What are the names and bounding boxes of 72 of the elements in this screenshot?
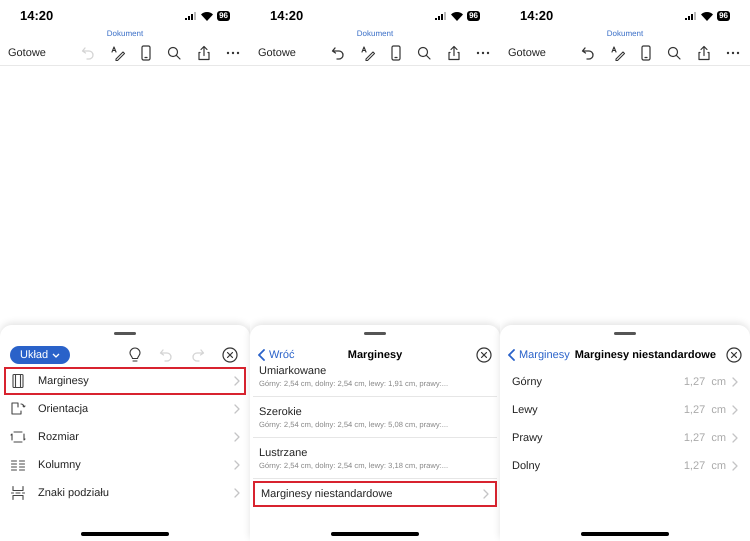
phone-view-icon[interactable] xyxy=(640,45,652,61)
sheet-title: Marginesy niestandardowe xyxy=(574,348,717,363)
draw-icon[interactable] xyxy=(360,45,376,61)
chevron-icon xyxy=(483,489,489,499)
chevron-icon xyxy=(732,377,738,387)
orientation-icon xyxy=(10,401,26,417)
chevron-icon xyxy=(732,433,738,443)
page-break-icon xyxy=(10,485,26,501)
battery-indicator: 96 xyxy=(217,11,230,21)
chevron-icon xyxy=(234,488,240,498)
document-title: Dokument xyxy=(356,30,394,40)
undo-icon[interactable] xyxy=(580,45,596,61)
document-title: Dokument xyxy=(606,30,644,40)
menu-item[interactable]: Kolumny xyxy=(4,451,246,479)
wifi-icon xyxy=(701,12,714,20)
lightbulb-icon[interactable] xyxy=(128,347,142,363)
wifi-icon xyxy=(451,12,464,20)
more-icon[interactable] xyxy=(226,51,240,55)
draw-icon[interactable] xyxy=(610,45,626,61)
menu-item[interactable]: Orientacja xyxy=(4,395,246,423)
margin-option[interactable]: Marginesy niestandardowe xyxy=(253,481,497,507)
signal-icon xyxy=(185,12,198,20)
chevron-icon xyxy=(234,376,240,386)
phone-view-icon[interactable] xyxy=(140,45,152,61)
document-title: Dokument xyxy=(106,30,144,40)
margin-setting-row[interactable]: Dolny 1,27 cm xyxy=(500,452,750,480)
search-icon[interactable] xyxy=(666,45,682,61)
search-icon[interactable] xyxy=(166,45,182,61)
phone-view-icon[interactable] xyxy=(390,45,402,61)
signal-icon xyxy=(435,12,448,20)
battery-indicator: 96 xyxy=(717,11,730,21)
chevron-icon xyxy=(732,405,738,415)
chevron-icon xyxy=(234,432,240,442)
draw-icon[interactable] xyxy=(110,45,126,61)
more-icon[interactable] xyxy=(476,51,490,55)
search-icon[interactable] xyxy=(416,45,432,61)
signal-icon xyxy=(685,12,698,20)
back-button[interactable]: Marginesy xyxy=(508,346,570,364)
margins-icon xyxy=(10,373,26,389)
share-icon[interactable] xyxy=(196,45,212,61)
back-button[interactable]: Wróć xyxy=(258,346,294,364)
margin-setting-row[interactable]: Górny 1,27 cm xyxy=(500,368,750,396)
caret-icon xyxy=(52,352,60,358)
chevron-icon xyxy=(234,460,240,470)
close-button[interactable] xyxy=(476,347,492,363)
menu-item[interactable]: Znaki podziału xyxy=(4,479,246,507)
close-button[interactable] xyxy=(222,347,238,363)
status-time: 14:20 xyxy=(520,7,554,26)
status-time: 14:20 xyxy=(270,7,304,26)
sheet-grabber[interactable] xyxy=(614,332,636,335)
done-button[interactable]: Gotowe xyxy=(508,44,580,62)
back-chevron-icon xyxy=(508,349,515,361)
done-button[interactable]: Gotowe xyxy=(258,44,330,62)
wifi-icon xyxy=(201,12,214,20)
page-size-icon xyxy=(10,429,26,445)
share-icon[interactable] xyxy=(696,45,712,61)
margin-setting-row[interactable]: Lewy 1,27 cm xyxy=(500,396,750,424)
layout-tab-button[interactable]: Układ xyxy=(10,346,70,364)
margin-setting-row[interactable]: Prawy 1,27 cm xyxy=(500,424,750,452)
sheet-title: Marginesy xyxy=(348,348,402,363)
share-icon[interactable] xyxy=(446,45,462,61)
done-button[interactable]: Gotowe xyxy=(8,44,80,62)
back-chevron-icon xyxy=(258,349,265,361)
chevron-icon xyxy=(234,404,240,414)
menu-item[interactable]: Marginesy xyxy=(4,367,246,395)
undo-icon[interactable] xyxy=(330,45,346,61)
battery-indicator: 96 xyxy=(467,11,480,21)
menu-item[interactable]: Rozmiar xyxy=(4,423,246,451)
chevron-icon xyxy=(732,461,738,471)
more-icon[interactable] xyxy=(726,51,740,55)
close-button[interactable] xyxy=(726,347,742,363)
status-time: 14:20 xyxy=(20,7,54,26)
